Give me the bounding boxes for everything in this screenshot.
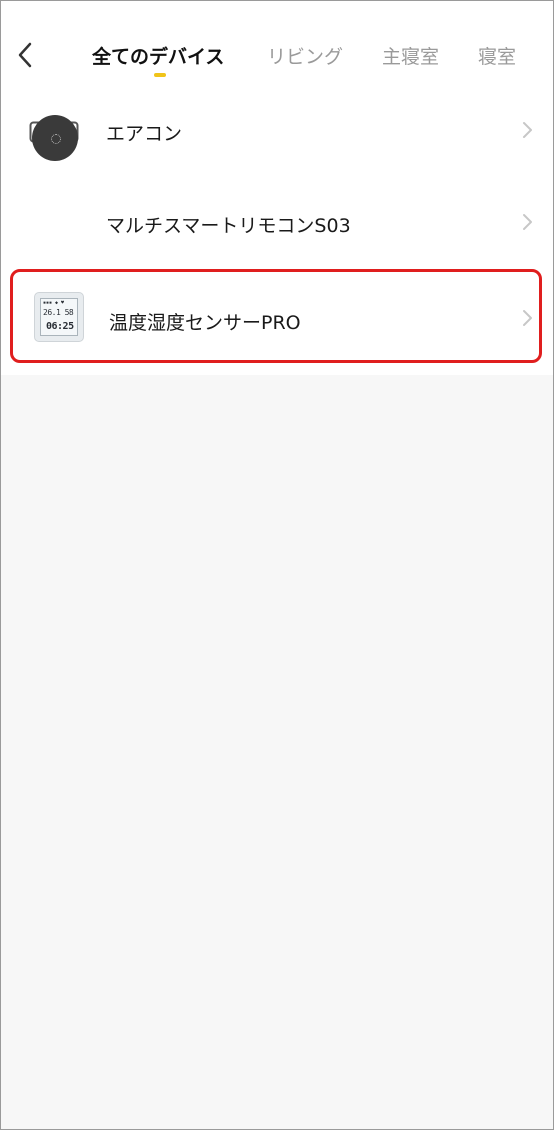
device-name: エアコン — [106, 123, 183, 145]
chevron-right-icon — [523, 122, 532, 138]
back-button[interactable] — [15, 41, 39, 69]
header-bar: 全てのデバイス リビング 主寝室 寝室 — [1, 1, 553, 85]
device-name: マルチスマートリモコンS03 — [106, 215, 351, 237]
chevron-left-icon — [18, 42, 32, 68]
tab-living[interactable]: リビング — [267, 42, 343, 69]
tab-bedroom[interactable]: 寝室 — [478, 42, 516, 69]
active-tab-indicator — [154, 73, 166, 77]
chevron-right-icon — [523, 214, 532, 230]
tab-all-devices[interactable]: 全てのデバイス — [92, 42, 224, 69]
remote-icon — [32, 115, 78, 161]
highlight-box — [10, 269, 542, 363]
device-row-air-conditioner[interactable]: エアコン — [1, 85, 553, 177]
app-frame: 全てのデバイス リビング 主寝室 寝室 エアコン マルチスマートリモコンS03 — [0, 0, 554, 1130]
tab-master-bedroom[interactable]: 主寝室 — [382, 42, 439, 69]
device-row-smart-remote[interactable]: マルチスマートリモコンS03 — [1, 177, 553, 269]
